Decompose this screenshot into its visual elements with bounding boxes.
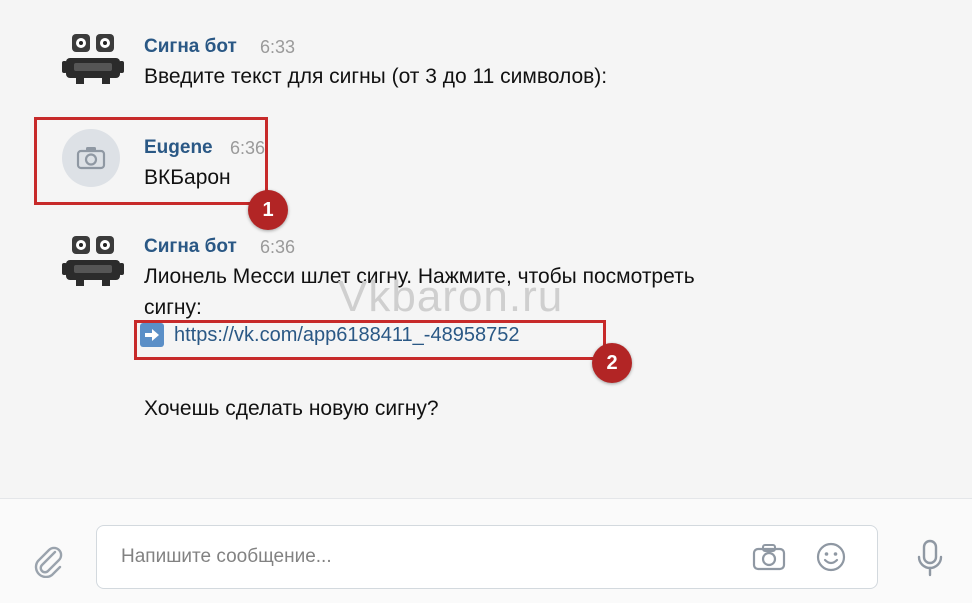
highlight-frame-2: [134, 320, 606, 360]
message-text: Введите текст для сигны (от 3 до 11 симв…: [144, 65, 608, 88]
message-composer: Напишите сообщение...: [0, 498, 972, 603]
message-time: 6:36: [260, 237, 296, 257]
message-text-line-2: сигну:: [144, 296, 202, 319]
paperclip-icon[interactable]: [28, 541, 68, 581]
message-input[interactable]: Напишите сообщение...: [96, 525, 878, 589]
emoji-icon[interactable]: [813, 540, 849, 574]
camera-icon[interactable]: [751, 540, 787, 574]
message-time: 6:33: [260, 37, 296, 57]
bot-avatar[interactable]: [62, 232, 124, 288]
step-badge-2: 2: [592, 343, 632, 383]
sender-name[interactable]: Сигна бот: [144, 36, 237, 58]
bot-avatar[interactable]: [62, 30, 124, 86]
message-history: Сигна бот 6:33 Введите текст для сигны (…: [0, 0, 972, 498]
robot-icon: [62, 236, 124, 286]
message-followup: Хочешь сделать новую сигну?: [144, 397, 439, 420]
step-badge-1: 1: [248, 190, 288, 230]
watermark: Vkbaron.ru: [338, 272, 564, 321]
message-input-placeholder: Напишите сообщение...: [121, 546, 332, 567]
robot-icon: [62, 34, 124, 84]
sender-name[interactable]: Сигна бот: [144, 236, 237, 258]
microphone-icon[interactable]: [910, 537, 950, 581]
highlight-frame-1: [34, 117, 268, 205]
